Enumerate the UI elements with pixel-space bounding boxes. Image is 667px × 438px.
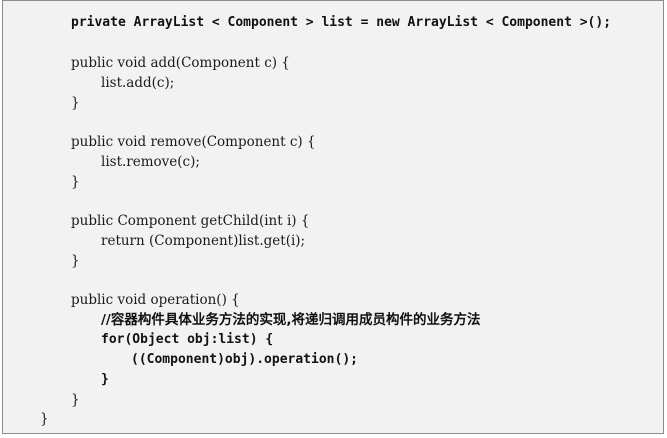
for-loop-close: }	[101, 372, 109, 387]
getchild-method-body: return (Component)list.get(i);	[101, 233, 306, 249]
for-loop-header: for(Object obj:list) {	[101, 332, 274, 347]
remove-method-signature: public void remove(Component c) {	[71, 134, 316, 150]
for-loop-body: ((Component)obj).operation();	[131, 352, 358, 367]
operation-method-signature: public void operation() {	[71, 292, 240, 308]
getchild-method-close: }	[71, 253, 80, 269]
add-method-body: list.add(c);	[101, 75, 175, 91]
page: private ArrayList < Component > list = n…	[0, 0, 667, 438]
getchild-method-signature: public Component getChild(int i) {	[71, 213, 310, 229]
field-declaration: private ArrayList < Component > list = n…	[71, 15, 612, 30]
class-close: }	[40, 411, 49, 427]
remove-method-close: }	[71, 174, 80, 190]
add-method-signature: public void add(Component c) {	[71, 55, 290, 71]
operation-comment: //容器构件具体业务方法的实现,将递归调用成员构件的业务方法	[101, 312, 481, 328]
remove-method-body: list.remove(c);	[101, 154, 200, 170]
operation-method-close: }	[71, 392, 80, 408]
add-method-close: }	[71, 95, 80, 111]
code-block: private ArrayList < Component > list = n…	[2, 0, 664, 434]
